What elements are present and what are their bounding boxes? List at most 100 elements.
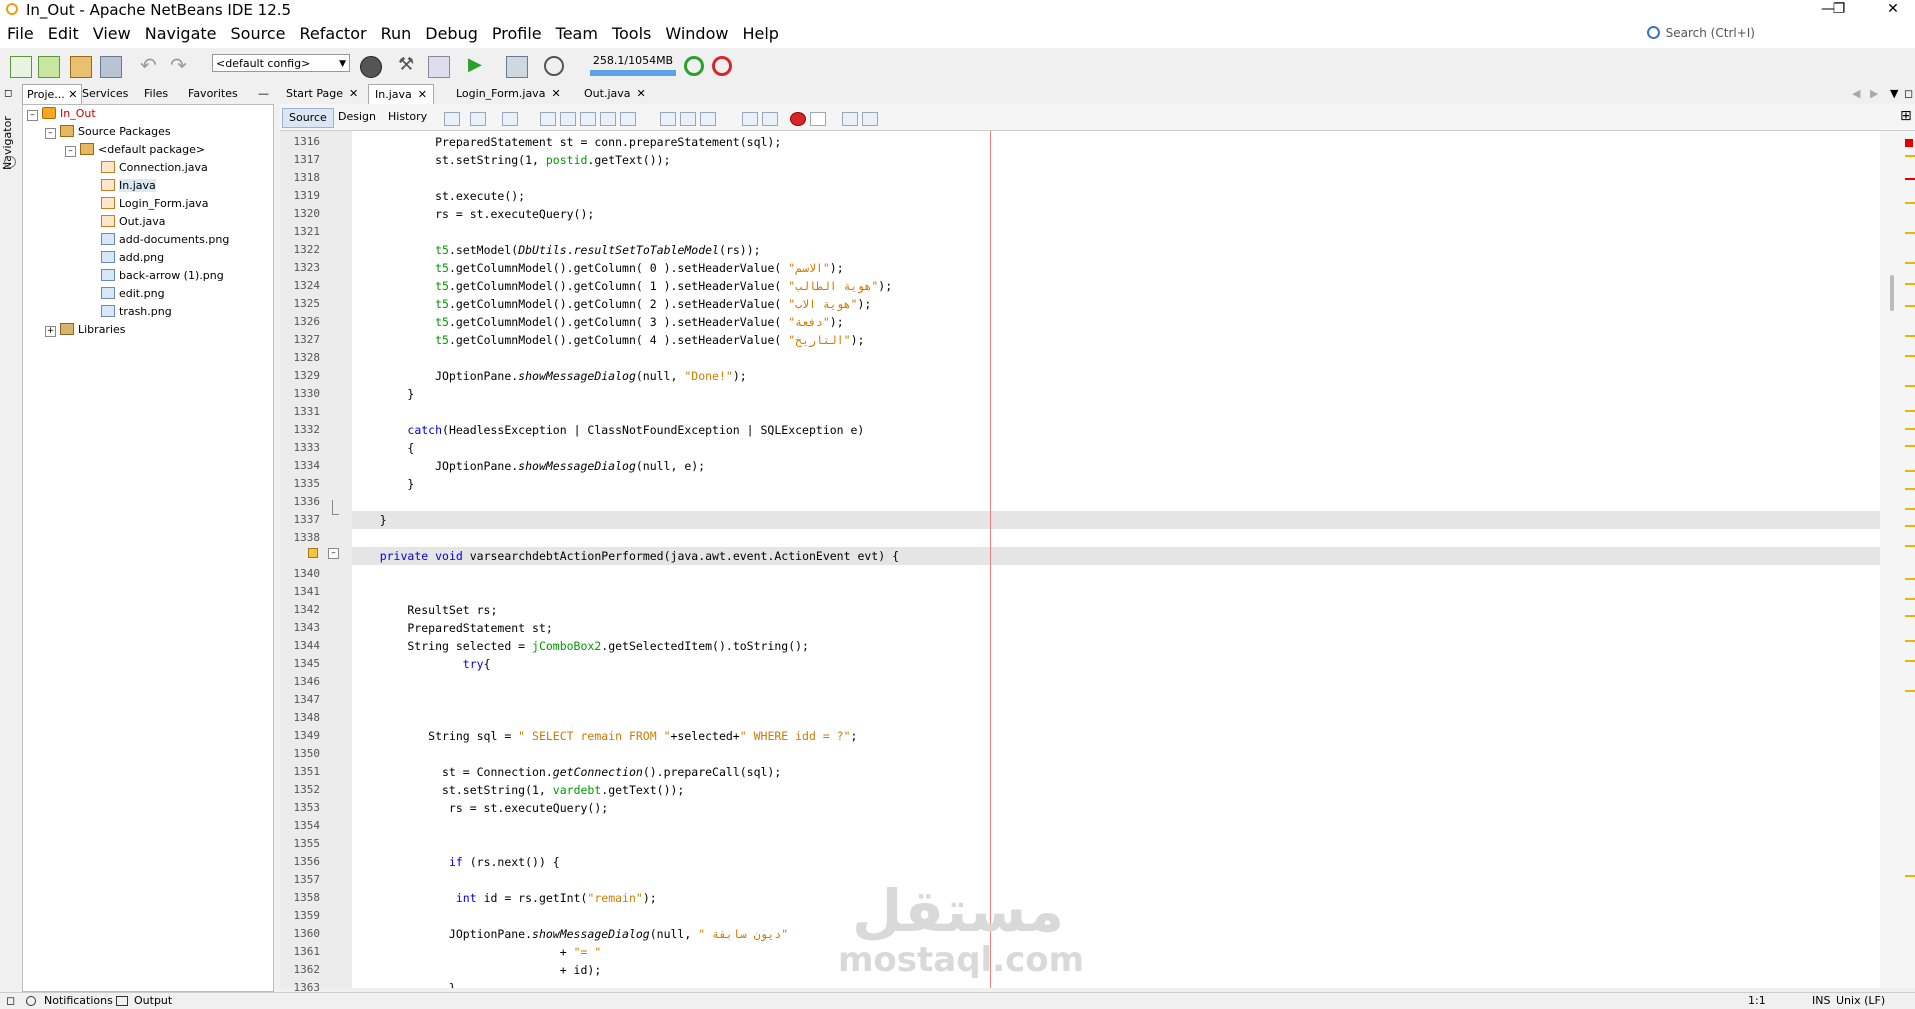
stripe-mark[interactable]: [1905, 428, 1915, 430]
stripe-mark[interactable]: [1905, 488, 1915, 490]
stripe-mark[interactable]: [1905, 335, 1915, 337]
minimize-panel-icon[interactable]: ◻: [4, 88, 12, 99]
notifications-button[interactable]: Notifications: [44, 994, 113, 1007]
comment-icon[interactable]: [842, 112, 858, 126]
find-previous-icon[interactable]: [560, 112, 576, 126]
tab-services[interactable]: Services: [78, 84, 132, 104]
code-line[interactable]: }: [352, 385, 414, 403]
code-line[interactable]: st.setString(1, vardebt.getText());: [352, 781, 684, 799]
menu-view[interactable]: View: [86, 20, 138, 48]
view-tab-design[interactable]: Design: [332, 108, 382, 126]
toggle-bookmark-icon[interactable]: [700, 112, 716, 126]
profile-icon[interactable]: [544, 56, 564, 76]
next-bookmark-icon[interactable]: [680, 112, 696, 126]
menu-file[interactable]: File: [0, 20, 41, 48]
stripe-mark[interactable]: [1905, 690, 1915, 692]
stripe-mark[interactable]: [1905, 410, 1915, 412]
open-project-icon[interactable]: [70, 56, 92, 78]
close-icon[interactable]: ✕: [349, 87, 358, 100]
output-button[interactable]: Output: [134, 994, 172, 1007]
code-line[interactable]: t5.getColumnModel().getColumn( 2 ).setHe…: [352, 295, 871, 313]
code-line[interactable]: JOptionPane.showMessageDialog(null, e);: [352, 457, 705, 475]
code-line[interactable]: t5.setModel(DbUtils.resultSetToTableMode…: [352, 241, 760, 259]
tree-file[interactable]: trash.png: [101, 303, 172, 321]
back-icon[interactable]: [470, 112, 486, 126]
build-hammer-icon[interactable]: ⚒: [398, 56, 418, 76]
code-line[interactable]: private void varsearchdebtActionPerforme…: [352, 547, 1880, 565]
redo-icon[interactable]: ↷: [170, 55, 190, 76]
caret-position[interactable]: 1:1: [1748, 994, 1766, 1007]
stripe-mark[interactable]: [1905, 660, 1915, 662]
stripe-mark[interactable]: [1905, 155, 1915, 157]
minimize-icon[interactable]: —: [254, 84, 273, 104]
code-line[interactable]: }: [352, 475, 414, 493]
code-line[interactable]: rs = st.executeQuery();: [352, 205, 594, 223]
code-line[interactable]: t5.getColumnModel().getColumn( 4 ).setHe…: [352, 331, 864, 349]
menu-source[interactable]: Source: [224, 20, 293, 48]
tree-file[interactable]: add-documents.png: [101, 231, 229, 249]
code-line[interactable]: t5.getColumnModel().getColumn( 1 ).setHe…: [352, 277, 892, 295]
stripe-mark[interactable]: [1905, 232, 1915, 234]
code-line[interactable]: st.setString(1, postid.getText());: [352, 151, 670, 169]
shift-right-icon[interactable]: [762, 112, 778, 126]
tree-file[interactable]: Connection.java: [101, 159, 208, 177]
code-line[interactable]: int id = rs.getInt("remain");: [352, 889, 657, 907]
code-line[interactable]: catch(HeadlessException | ClassNotFoundE…: [352, 421, 864, 439]
clean-build-icon[interactable]: [428, 56, 450, 78]
tab-out-java[interactable]: Out.java ✕: [578, 84, 652, 104]
split-editor-icon[interactable]: ⊞: [1900, 108, 1912, 124]
close-icon[interactable]: ✕: [68, 88, 77, 101]
find-next-icon[interactable]: [580, 112, 596, 126]
menu-run[interactable]: Run: [374, 20, 419, 48]
profiler-snapshot-icon[interactable]: [712, 56, 732, 76]
code-line[interactable]: st.execute();: [352, 187, 525, 205]
code-line[interactable]: String selected = jComboBox2.getSelected…: [352, 637, 809, 655]
tab-favorites[interactable]: Favorites: [184, 84, 242, 104]
menu-debug[interactable]: Debug: [418, 20, 485, 48]
tab-scroll-right-icon[interactable]: ▶: [1864, 84, 1884, 104]
close-icon[interactable]: ✕: [418, 88, 427, 101]
menu-refactor[interactable]: Refactor: [292, 20, 373, 48]
menu-tools[interactable]: Tools: [605, 20, 658, 48]
code-line[interactable]: if (rs.next()) {: [352, 853, 560, 871]
forward-icon[interactable]: [502, 112, 518, 126]
debug-icon[interactable]: [506, 56, 528, 78]
tree-file[interactable]: Login_Form.java: [101, 195, 208, 213]
run-icon[interactable]: ▶: [468, 56, 488, 76]
new-project-icon[interactable]: [38, 56, 60, 78]
stripe-mark[interactable]: [1905, 470, 1915, 472]
menu-edit[interactable]: Edit: [41, 20, 86, 48]
code-line[interactable]: {: [352, 439, 414, 457]
save-all-icon[interactable]: [100, 56, 122, 78]
stripe-mark[interactable]: [1905, 355, 1915, 357]
shift-left-icon[interactable]: [742, 112, 758, 126]
tree-node-source-packages[interactable]: – Source Packages: [45, 123, 171, 141]
tab-in-java[interactable]: In.java ✕: [368, 84, 434, 105]
minimize-panel-icon[interactable]: ◻: [6, 994, 15, 1007]
code-line[interactable]: t5.getColumnModel().getColumn( 3 ).setHe…: [352, 313, 844, 331]
code-line[interactable]: JOptionPane.showMessageDialog(null, " دي…: [352, 925, 788, 943]
code-line[interactable]: st = Connection.getConnection().prepareC…: [352, 763, 781, 781]
scroll-thumb[interactable]: [1890, 275, 1894, 311]
gc-icon[interactable]: [684, 56, 704, 76]
close-icon[interactable]: ✕: [551, 87, 560, 100]
tree-node-libraries[interactable]: + Libraries: [45, 321, 126, 339]
code-line[interactable]: PreparedStatement st = conn.prepareState…: [352, 133, 781, 151]
stripe-mark[interactable]: [1905, 305, 1915, 307]
fold-icon[interactable]: –: [328, 548, 339, 559]
stripe-mark[interactable]: [1905, 445, 1915, 447]
undo-icon[interactable]: ↶: [140, 55, 160, 76]
last-edit-icon[interactable]: [444, 112, 460, 126]
code-line[interactable]: + id);: [352, 961, 602, 979]
stripe-mark[interactable]: [1905, 178, 1915, 180]
tab-login-form-java[interactable]: Login_Form.java ✕: [450, 84, 567, 104]
stop-macro-icon[interactable]: [810, 112, 826, 126]
config-select[interactable]: <default config> ▼: [212, 54, 350, 72]
code-line[interactable]: }: [352, 979, 456, 988]
new-file-icon[interactable]: [10, 56, 32, 78]
globe-icon[interactable]: [360, 56, 382, 78]
tab-start-page[interactable]: Start Page ✕: [280, 84, 364, 104]
view-tab-history[interactable]: History: [382, 108, 433, 126]
maximize-icon[interactable]: ◻: [1898, 84, 1915, 104]
code-line[interactable]: rs = st.executeQuery();: [352, 799, 608, 817]
